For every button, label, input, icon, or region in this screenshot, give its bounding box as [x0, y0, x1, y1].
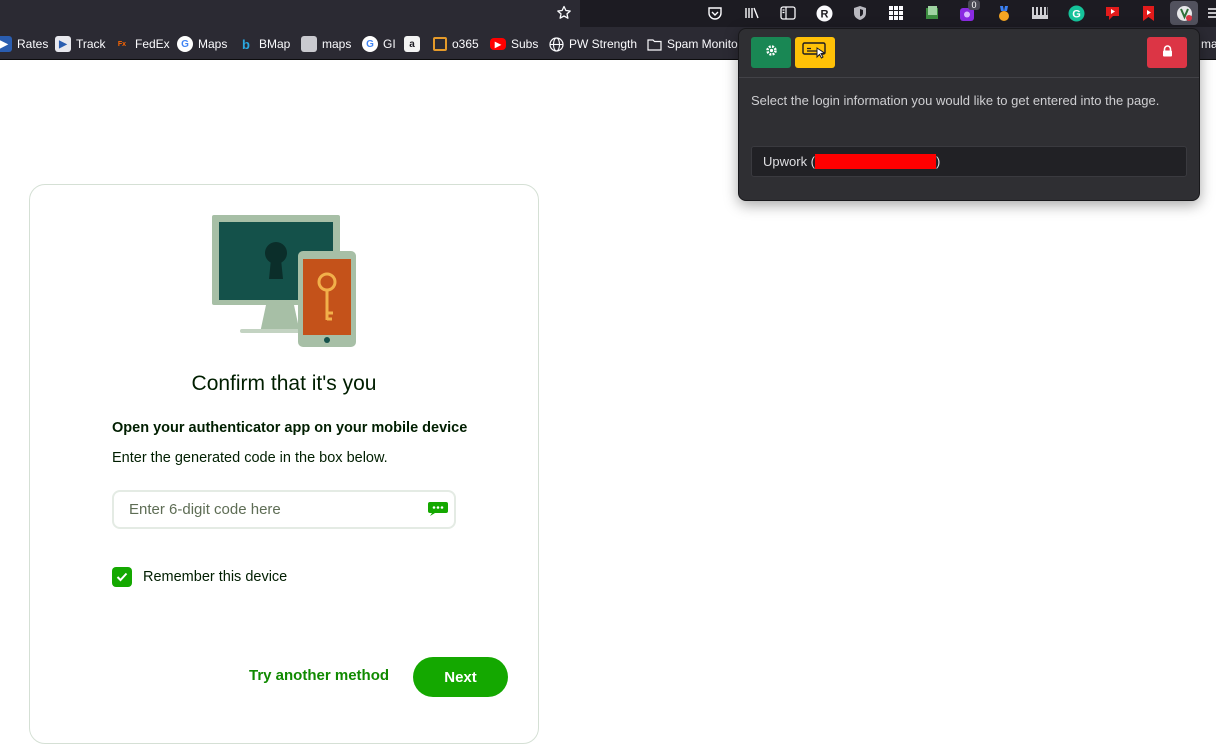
page-title: Confirm that it's you: [191, 372, 377, 395]
lock-button[interactable]: [1147, 37, 1187, 68]
notes-extension-icon[interactable]: [921, 3, 943, 23]
svg-text:G: G: [1072, 8, 1081, 20]
bookmark-label: FedEx: [135, 37, 170, 51]
bookmark-bmap[interactable]: b BMap: [238, 33, 290, 55]
piano-extension-icon[interactable]: [1029, 3, 1051, 23]
lock-icon: [1162, 44, 1173, 62]
authenticator-illustration: [212, 215, 356, 347]
keyboard-pointer-icon: [802, 41, 828, 64]
bookmark-label: ma: [1201, 37, 1216, 51]
bookmark-star-icon[interactable]: [553, 3, 575, 23]
grammarly-icon[interactable]: G: [1065, 3, 1087, 23]
extension-badge: 0: [968, 0, 980, 10]
bookmark-label: o365: [452, 37, 479, 51]
redacted-username: [815, 153, 937, 169]
next-button[interactable]: Next: [413, 657, 508, 697]
medal-extension-icon[interactable]: [993, 3, 1015, 23]
pocket-icon[interactable]: [704, 3, 726, 23]
bookmark-label: Subs: [511, 37, 539, 51]
globe-icon: [548, 36, 564, 52]
bookmark-label: BMap: [259, 37, 291, 51]
login-entry-suffix: ): [936, 154, 941, 169]
bookmark-folder-spam-monitor[interactable]: Spam Monito: [646, 33, 738, 55]
remember-device-checkbox[interactable]: Remember this device: [112, 567, 287, 587]
svg-text:R: R: [820, 8, 828, 20]
try-another-method-link[interactable]: Try another method: [249, 667, 389, 684]
usps-eagle-icon: ▶: [0, 36, 12, 52]
password-manager-extension-icon[interactable]: [1170, 1, 1198, 25]
bookmark-amazon[interactable]: a: [404, 33, 425, 55]
bing-icon: b: [242, 36, 250, 52]
login-entry-prefix: Upwork (: [763, 154, 816, 169]
autofill-button[interactable]: [795, 37, 835, 68]
bookmark-label: GI: [383, 37, 396, 51]
sms-code-icon[interactable]: [427, 501, 449, 516]
code-input[interactable]: [112, 490, 456, 529]
google-icon: G: [362, 36, 378, 52]
youtube-extension-icon[interactable]: [1137, 3, 1159, 23]
browser-toolbar: R 0 G: [0, 0, 1216, 27]
bookmark-label: Spam Monito: [667, 37, 738, 51]
url-bar-end[interactable]: [0, 0, 580, 27]
bookmark-rates[interactable]: ▶ Rates: [0, 33, 48, 55]
bookmark-ma[interactable]: ma: [1201, 33, 1216, 55]
bookmark-subs[interactable]: ▶ Subs: [490, 33, 538, 55]
google-icon: G: [177, 36, 193, 52]
bookmark-maps[interactable]: G Maps: [177, 33, 227, 55]
two-factor-card: Confirm that it's you Open your authenti…: [29, 184, 539, 744]
red-pin-extension-icon[interactable]: [1101, 3, 1123, 23]
apps-grid-icon[interactable]: [885, 3, 907, 23]
gear-icon: [765, 44, 778, 62]
bookmark-fedex[interactable]: Fx FedEx: [114, 33, 170, 55]
settings-button[interactable]: [751, 37, 791, 68]
checkbox-checked-icon[interactable]: [112, 567, 132, 587]
remember-device-label: Remember this device: [143, 569, 288, 585]
bookmark-label: maps: [322, 37, 352, 51]
drive-icon: [301, 36, 317, 52]
menu-overflow-icon[interactable]: [1206, 3, 1216, 23]
office-grid-icon: [433, 37, 447, 51]
login-entry-upwork[interactable]: Upwork (): [751, 146, 1187, 177]
popup-description: Select the login information you would l…: [751, 93, 1160, 108]
password-manager-popup: Select the login information you would l…: [738, 28, 1200, 201]
usps-eagle-icon: ▶: [55, 36, 71, 52]
youtube-icon: ▶: [490, 38, 506, 50]
sidebar-icon[interactable]: [777, 3, 799, 23]
fedex-icon: Fx: [117, 40, 127, 48]
bookmark-track[interactable]: ▶ Track: [55, 33, 106, 55]
folder-icon: [646, 36, 662, 52]
amazon-icon: a: [404, 36, 420, 52]
authenticator-instruction: Open your authenticator app on your mobi…: [112, 420, 468, 436]
bookmark-o365[interactable]: o365: [433, 33, 479, 55]
code-instruction: Enter the generated code in the box belo…: [112, 450, 388, 466]
bookmark-label: Maps: [198, 37, 228, 51]
popup-divider: [739, 77, 1199, 78]
bookmark-maps-drive[interactable]: maps: [301, 33, 351, 55]
bookmark-label: Track: [76, 37, 106, 51]
r-extension-icon[interactable]: R: [813, 3, 835, 23]
bookmark-gi[interactable]: G GI: [362, 33, 396, 55]
library-icon[interactable]: [741, 3, 763, 23]
shield-extension-icon[interactable]: [849, 3, 871, 23]
bookmark-label: Rates: [17, 37, 49, 51]
bookmark-pw-strength[interactable]: PW Strength: [548, 33, 637, 55]
bookmark-label: PW Strength: [569, 37, 638, 51]
